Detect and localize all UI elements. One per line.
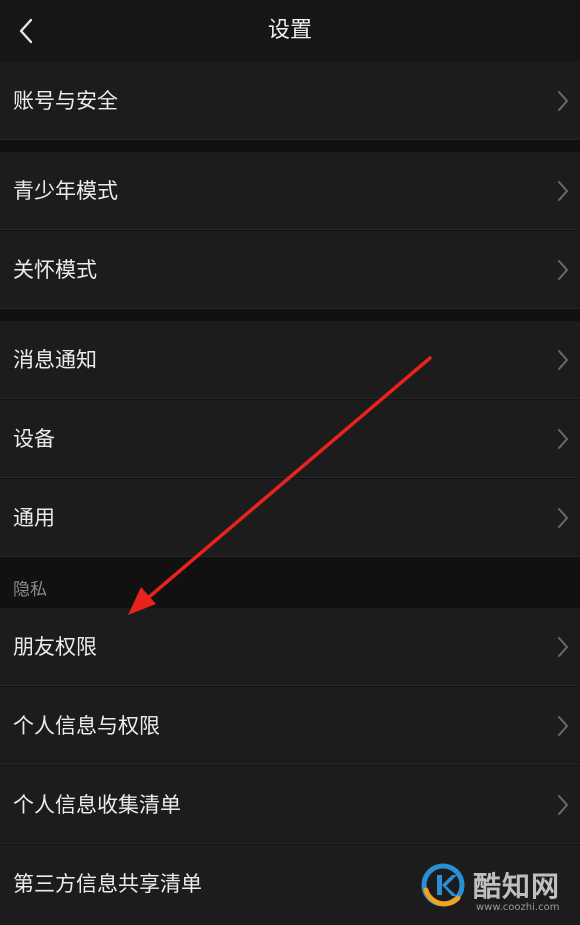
chevron-right-icon — [558, 350, 568, 370]
settings-item-account-security[interactable]: 账号与安全 — [0, 62, 580, 140]
settings-item-label: 个人信息与权限 — [13, 714, 160, 738]
coozhi-logo-icon — [421, 863, 465, 907]
settings-item-label: 青少年模式 — [13, 179, 118, 203]
settings-item-label: 关怀模式 — [13, 258, 97, 282]
settings-item-friend-permissions[interactable]: 朋友权限 — [0, 608, 580, 686]
watermark: 酷知网 www.coozhi.com — [418, 860, 580, 925]
settings-item-devices[interactable]: 设备 — [0, 400, 580, 478]
settings-item-personal-info-permissions[interactable]: 个人信息与权限 — [0, 687, 580, 765]
settings-item-label: 设备 — [13, 427, 55, 451]
privacy-section-header: 隐私 — [0, 557, 580, 607]
settings-item-label: 个人信息收集清单 — [13, 793, 181, 817]
watermark-url: www.coozhi.com — [476, 902, 560, 913]
chevron-right-icon — [558, 260, 568, 280]
settings-item-label: 朋友权限 — [13, 635, 97, 659]
settings-item-care-mode[interactable]: 关怀模式 — [0, 231, 580, 309]
settings-item-general[interactable]: 通用 — [0, 479, 580, 557]
settings-item-personal-info-list[interactable]: 个人信息收集清单 — [0, 766, 580, 844]
settings-item-label: 通用 — [13, 506, 55, 530]
chevron-right-icon — [558, 637, 568, 657]
settings-item-label: 消息通知 — [13, 348, 97, 372]
chevron-right-icon — [558, 716, 568, 736]
settings-item-label: 第三方信息共享清单 — [13, 872, 202, 896]
page-title: 设置 — [267, 18, 312, 43]
settings-item-label: 账号与安全 — [13, 89, 118, 113]
chevron-right-icon — [558, 795, 568, 815]
settings-item-notifications[interactable]: 消息通知 — [0, 321, 580, 399]
chevron-right-icon — [558, 429, 568, 449]
settings-item-teen-mode[interactable]: 青少年模式 — [0, 152, 580, 230]
chevron-right-icon — [558, 91, 568, 111]
top-bar: 设置 — [0, 0, 580, 62]
watermark-name: 酷知网 — [473, 870, 561, 903]
chevron-right-icon — [558, 508, 568, 528]
section-title: 隐私 — [13, 580, 47, 600]
chevron-right-icon — [558, 181, 568, 201]
